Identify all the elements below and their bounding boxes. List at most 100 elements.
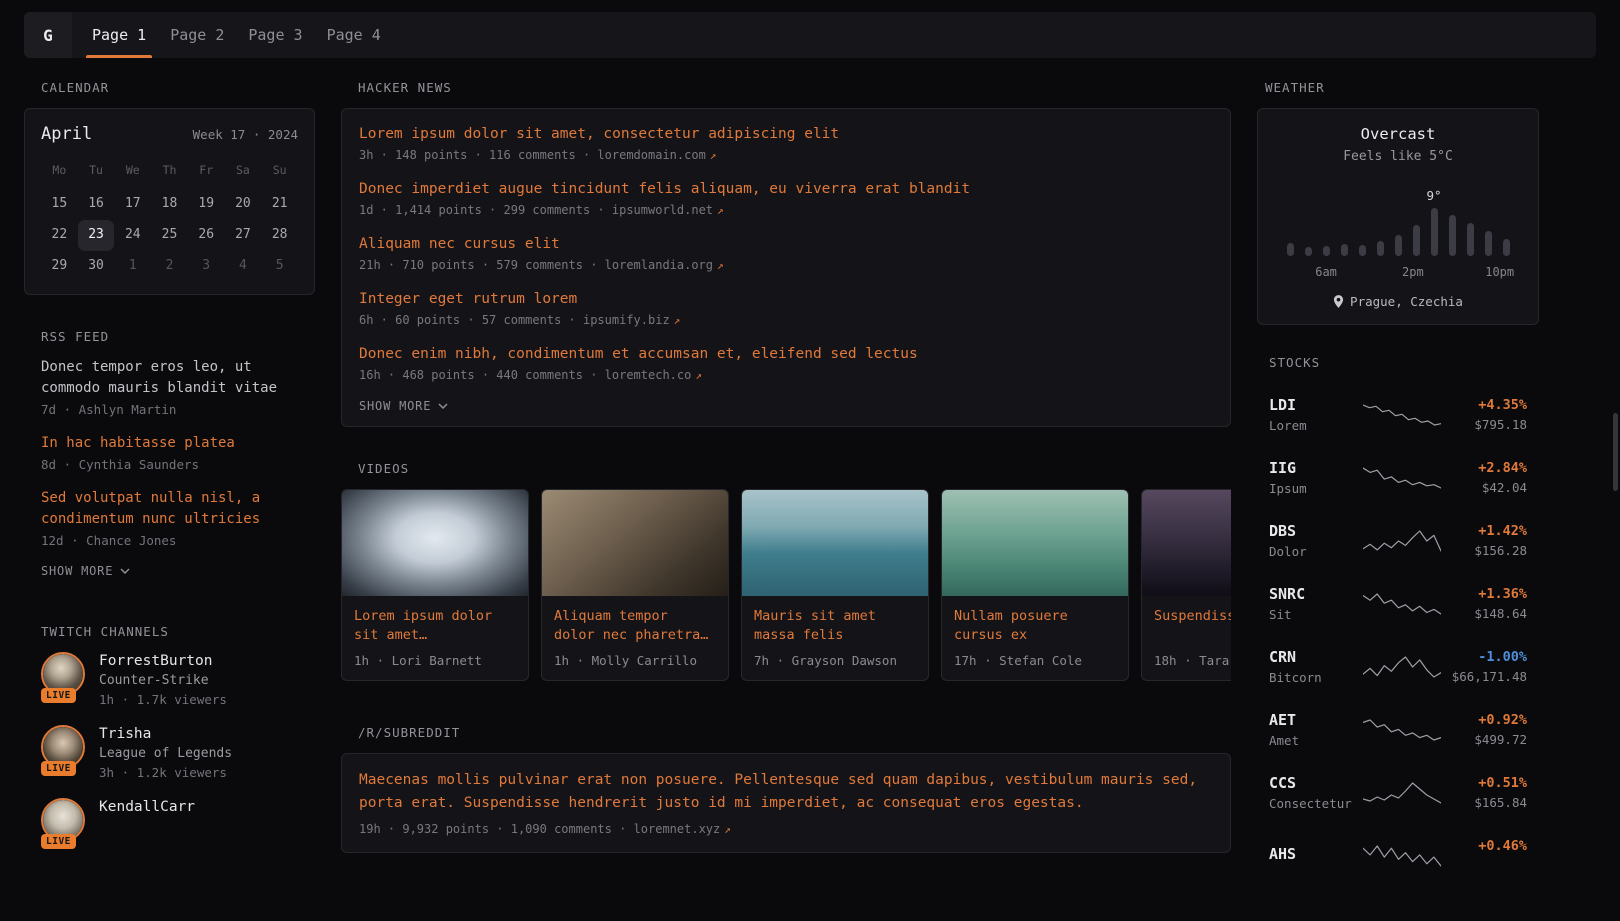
video-thumbnail[interactable] bbox=[542, 490, 728, 596]
stock-change: +2.84% bbox=[1441, 460, 1527, 476]
stock-row[interactable]: AETAmet +0.92%$499.72 bbox=[1269, 698, 1527, 761]
weather-feels-like: Feels like 5°C bbox=[1274, 149, 1522, 164]
hn-story-meta: 6h · 60 points · 57 comments · ipsumify.… bbox=[359, 313, 1213, 327]
video-card[interactable]: Aliquam tempor dolor nec pharetra… 1h · … bbox=[541, 489, 729, 681]
video-title[interactable]: Aliquam tempor dolor nec pharetra… bbox=[554, 607, 716, 645]
weather-time-label: 10pm bbox=[1485, 265, 1514, 279]
stock-row[interactable]: DBSDolor +1.42%$156.28 bbox=[1269, 509, 1527, 572]
twitch-channel[interactable]: LIVE ForrestBurton Counter-Strike 1h · 1… bbox=[41, 652, 298, 707]
hn-story: Lorem ipsum dolor sit amet, consectetur … bbox=[359, 124, 1213, 162]
subreddit-post-title[interactable]: Maecenas mollis pulvinar erat non posuer… bbox=[359, 769, 1213, 815]
hackernews-card: Lorem ipsum dolor sit amet, consectetur … bbox=[341, 108, 1231, 427]
rss-item-title[interactable]: Donec tempor eros leo, ut commodo mauris… bbox=[41, 357, 298, 399]
stock-row[interactable]: CCSConsectetur +0.51%$165.84 bbox=[1269, 761, 1527, 824]
video-thumbnail[interactable] bbox=[342, 490, 528, 596]
hn-story-title[interactable]: Donec imperdiet augue tincidunt felis al… bbox=[359, 179, 1213, 199]
subreddit-post-stats: 19h · 9,932 points · 1,090 comments · bbox=[359, 822, 634, 836]
rss-item-title[interactable]: Sed volutpat nulla nisl, a condimentum n… bbox=[41, 488, 298, 530]
hn-story-meta: 16h · 468 points · 440 comments · loremt… bbox=[359, 368, 1213, 382]
stock-price: $156.28 bbox=[1441, 543, 1527, 558]
hn-story-title[interactable]: Donec enim nibh, condimentum et accumsan… bbox=[359, 344, 1213, 364]
hn-story-domain[interactable]: ipsumify.biz bbox=[583, 313, 670, 327]
tab-page-1[interactable]: Page 1 bbox=[80, 12, 158, 58]
rss-item: Donec tempor eros leo, ut commodo mauris… bbox=[41, 357, 298, 417]
video-title[interactable]: Suspendisse diam bbox=[1154, 607, 1231, 645]
video-title[interactable]: Lorem ipsum dolor sit amet consectetu… bbox=[354, 607, 516, 645]
stock-row[interactable]: LDILorem +4.35%$795.18 bbox=[1269, 383, 1527, 446]
stock-symbol: SNRC bbox=[1269, 585, 1363, 603]
video-thumbnail[interactable] bbox=[942, 490, 1128, 596]
external-link-icon[interactable] bbox=[717, 259, 724, 272]
stock-row[interactable]: SNRCSit +1.36%$148.64 bbox=[1269, 572, 1527, 635]
weather-bar bbox=[1359, 245, 1366, 256]
weather-bar bbox=[1467, 223, 1474, 256]
twitch-section-title: TWITCH CHANNELS bbox=[24, 624, 315, 639]
hn-story-stats: 3h · 148 points · 116 comments · bbox=[359, 148, 597, 162]
calendar-day-next-month: 1 bbox=[114, 251, 151, 282]
video-meta: 17h · Stefan Cole bbox=[954, 653, 1116, 668]
subreddit-post-domain[interactable]: loremnet.xyz bbox=[634, 822, 721, 836]
hn-story-domain[interactable]: loremtech.co bbox=[605, 368, 692, 382]
rss-show-more-button[interactable]: SHOW MORE bbox=[41, 564, 298, 578]
stock-price: $165.84 bbox=[1441, 795, 1527, 810]
weather-bar bbox=[1485, 231, 1492, 256]
video-thumbnail[interactable] bbox=[742, 490, 928, 596]
twitch-channel[interactable]: LIVE Trisha League of Legends 3h · 1.2k … bbox=[41, 725, 298, 780]
stock-row[interactable]: CRNBitcorn -1.00%$66,171.48 bbox=[1269, 635, 1527, 698]
rss-item-title[interactable]: In hac habitasse platea bbox=[41, 433, 298, 454]
videos-widget: VIDEOS Lorem ipsum dolor sit amet consec… bbox=[341, 461, 1231, 681]
hn-story: Donec enim nibh, condimentum et accumsan… bbox=[359, 344, 1213, 382]
video-title[interactable]: Nullam posuere cursus ex bbox=[954, 607, 1116, 645]
external-link-icon[interactable] bbox=[710, 149, 717, 162]
hn-story-title[interactable]: Integer eget rutrum lorem bbox=[359, 289, 1213, 309]
rss-item-meta: 8d · Cynthia Saunders bbox=[41, 457, 298, 472]
calendar-day: 22 bbox=[41, 220, 78, 251]
stock-sparkline bbox=[1363, 780, 1441, 806]
calendar-day: 20 bbox=[225, 189, 262, 220]
hackernews-section-title: HACKER NEWS bbox=[341, 80, 1231, 95]
stock-symbol: CRN bbox=[1269, 648, 1363, 666]
page-scrollbar-thumb[interactable] bbox=[1613, 413, 1618, 491]
stock-change: +1.36% bbox=[1441, 586, 1527, 602]
weather-section-title: WEATHER bbox=[1257, 80, 1539, 95]
page-tabs: Page 1 Page 2 Page 3 Page 4 bbox=[80, 12, 393, 58]
video-meta: 1h · Lori Barnett bbox=[354, 653, 516, 668]
video-card[interactable]: Mauris sit amet massa felis 7h · Grayson… bbox=[741, 489, 929, 681]
stock-change: +0.46% bbox=[1441, 838, 1527, 854]
tab-page-3[interactable]: Page 3 bbox=[236, 12, 314, 58]
hn-story-meta: 1d · 1,414 points · 299 comments · ipsum… bbox=[359, 203, 1213, 217]
stock-change: +0.51% bbox=[1441, 775, 1527, 791]
hn-story-domain[interactable]: loremdomain.com bbox=[597, 148, 705, 162]
hn-story-title[interactable]: Aliquam nec cursus elit bbox=[359, 234, 1213, 254]
stock-change: +0.92% bbox=[1441, 712, 1527, 728]
calendar-day: 15 bbox=[41, 189, 78, 220]
weather-card: Overcast Feels like 5°C 9° 6am 2pm 10pm … bbox=[1257, 108, 1539, 325]
hn-show-more-button[interactable]: SHOW MORE bbox=[359, 399, 1213, 413]
calendar-day-next-month: 2 bbox=[151, 251, 188, 282]
stock-row[interactable]: IIGIpsum +2.84%$42.04 bbox=[1269, 446, 1527, 509]
external-link-icon[interactable] bbox=[724, 823, 731, 836]
stock-row[interactable]: AHS +0.46% bbox=[1269, 824, 1527, 887]
external-link-icon[interactable] bbox=[717, 204, 724, 217]
external-link-icon[interactable] bbox=[695, 369, 702, 382]
stock-name: Lorem bbox=[1269, 418, 1363, 433]
hn-story-domain[interactable]: ipsumworld.net bbox=[612, 203, 713, 217]
video-card[interactable]: Nullam posuere cursus ex 17h · Stefan Co… bbox=[941, 489, 1129, 681]
video-title[interactable]: Mauris sit amet massa felis bbox=[754, 607, 916, 645]
video-card[interactable]: Suspendisse diam 18h · Tara bbox=[1141, 489, 1231, 681]
twitch-list: LIVE ForrestBurton Counter-Strike 1h · 1… bbox=[24, 652, 315, 842]
calendar-day: 18 bbox=[151, 189, 188, 220]
twitch-channel[interactable]: LIVE KendallCarr bbox=[41, 798, 298, 842]
tab-page-4[interactable]: Page 4 bbox=[315, 12, 393, 58]
weather-bar bbox=[1395, 235, 1402, 256]
weather-condition: Overcast bbox=[1274, 125, 1522, 143]
hn-story-title[interactable]: Lorem ipsum dolor sit amet, consectetur … bbox=[359, 124, 1213, 144]
app-logo[interactable]: G bbox=[24, 12, 72, 58]
video-card[interactable]: Lorem ipsum dolor sit amet consectetu… 1… bbox=[341, 489, 529, 681]
calendar-dow: Fr bbox=[188, 159, 225, 189]
tab-page-2[interactable]: Page 2 bbox=[158, 12, 236, 58]
hn-story-domain[interactable]: loremlandia.org bbox=[605, 258, 713, 272]
video-thumbnail[interactable] bbox=[1142, 490, 1231, 596]
external-link-icon[interactable] bbox=[674, 314, 681, 327]
video-meta: 7h · Grayson Dawson bbox=[754, 653, 916, 668]
